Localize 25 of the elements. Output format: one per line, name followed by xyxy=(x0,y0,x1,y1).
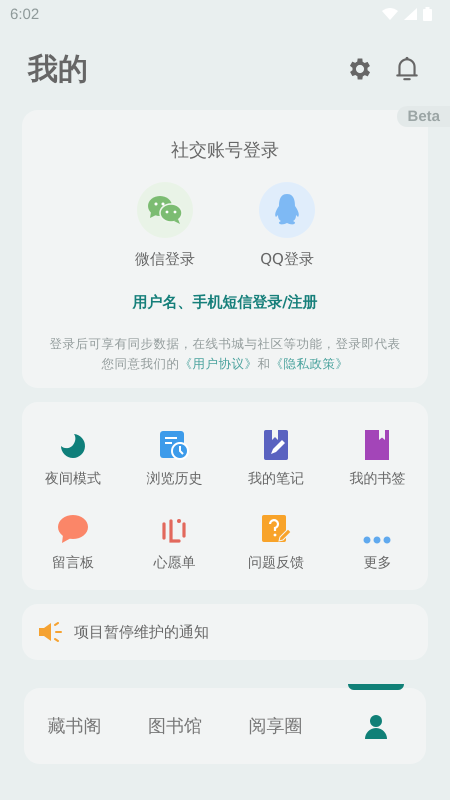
person-icon xyxy=(362,713,389,739)
shortcut-item[interactable]: 夜间模式 xyxy=(22,412,124,496)
user-agreement-link[interactable]: 《用户协议》 xyxy=(180,356,258,371)
penguin-icon xyxy=(273,193,301,227)
login-title: 社交账号登录 xyxy=(171,139,279,162)
privacy-policy-link[interactable]: 《隐私政策》 xyxy=(270,356,348,371)
nav-tab[interactable]: 阅享圈 xyxy=(225,688,326,764)
account-login-link[interactable]: 用户名、手机短信登录/注册 xyxy=(132,293,318,312)
terms-notice: 登录后可享有同步数据，在线书城与社区等功能，登录即代表您同意我们的《用户协议》和《隐私政策》 xyxy=(48,335,402,373)
notification-bell-icon[interactable] xyxy=(394,55,420,83)
shortcut-item[interactable]: 我的笔记 xyxy=(225,412,326,496)
nav-tab[interactable]: 藏书阁 xyxy=(24,688,124,764)
shortcut-item[interactable]: 留言板 xyxy=(22,496,124,580)
clock-time: 6:02 xyxy=(10,6,40,22)
beta-badge: Beta xyxy=(397,106,450,127)
chat-bubbles-icon xyxy=(147,195,183,225)
announcement-bar[interactable]: 项目暂停维护的通知 xyxy=(22,604,428,660)
shortcut-item[interactable]: 心愿单 xyxy=(124,496,225,580)
speaker-icon xyxy=(38,622,62,642)
nav-tab[interactable]: 图书馆 xyxy=(124,688,225,764)
shortcut-item[interactable]: 浏览历史 xyxy=(124,412,225,496)
page-title: 我的 xyxy=(28,50,88,88)
shortcut-item[interactable]: 我的书签 xyxy=(326,412,428,496)
shortcut-item[interactable]: 问题反馈 xyxy=(225,496,326,580)
shortcut-item[interactable]: 更多 xyxy=(326,496,428,580)
